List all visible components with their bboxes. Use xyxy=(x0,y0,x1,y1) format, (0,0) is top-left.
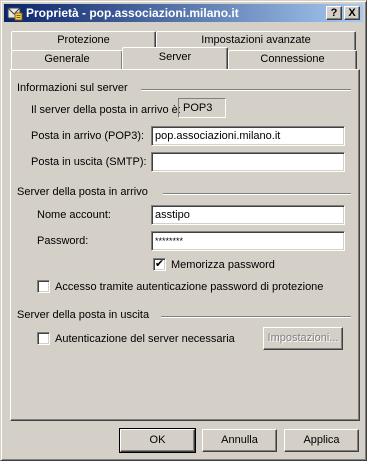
ok-button[interactable]: OK xyxy=(119,428,196,453)
window-title: Proprietà - pop.associazioni.milano.it xyxy=(26,6,239,20)
incoming-type-label: Il server della posta in arrivo è: xyxy=(31,104,181,116)
remember-password-checkbox[interactable]: ✔ xyxy=(153,258,166,271)
server-auth-checkbox[interactable] xyxy=(37,332,50,345)
close-button[interactable]: X xyxy=(344,6,360,20)
incoming-server-divider xyxy=(163,193,351,195)
spa-label: Accesso tramite autenticazione password … xyxy=(55,281,324,293)
title-bar[interactable]: Proprietà - pop.associazioni.milano.it ?… xyxy=(4,4,363,22)
incoming-server-field[interactable]: pop.associazioni.milano.it xyxy=(151,126,345,146)
tab-connessione[interactable]: Connessione xyxy=(228,50,357,69)
server-info-heading: Informazioni sul server xyxy=(17,82,128,94)
properties-dialog: Proprietà - pop.associazioni.milano.it ?… xyxy=(0,0,367,461)
help-button[interactable]: ? xyxy=(326,6,342,20)
mail-properties-icon xyxy=(7,5,23,21)
cancel-button[interactable]: Annulla xyxy=(202,429,277,452)
outgoing-server-divider xyxy=(161,316,351,318)
incoming-server-heading: Server della posta in arrivo xyxy=(17,186,148,198)
incoming-server-label: Posta in arrivo (POP3): xyxy=(31,130,145,142)
incoming-type-value: POP3 xyxy=(178,98,226,118)
server-auth-label: Autenticazione del server necessaria xyxy=(55,333,235,345)
spa-checkbox[interactable] xyxy=(37,280,50,293)
account-name-label: Nome account: xyxy=(37,209,111,221)
outgoing-server-field[interactable] xyxy=(151,152,345,172)
tab-generale[interactable]: Generale xyxy=(11,50,123,69)
server-tab-panel: Informazioni sul server Il server della … xyxy=(10,69,360,421)
password-field[interactable]: ******** xyxy=(151,231,345,251)
server-info-divider xyxy=(141,89,351,91)
account-name-field[interactable]: asstipo xyxy=(151,205,345,225)
outgoing-server-label: Posta in uscita (SMTP): xyxy=(31,156,147,168)
remember-password-label: Memorizza password xyxy=(171,259,275,271)
outgoing-server-heading: Server della posta in uscita xyxy=(17,309,150,321)
apply-button[interactable]: Applica xyxy=(284,429,359,452)
tab-server[interactable]: Server xyxy=(122,47,228,69)
password-label: Password: xyxy=(37,235,89,247)
outgoing-settings-button[interactable]: Impostazioni... xyxy=(263,327,343,350)
